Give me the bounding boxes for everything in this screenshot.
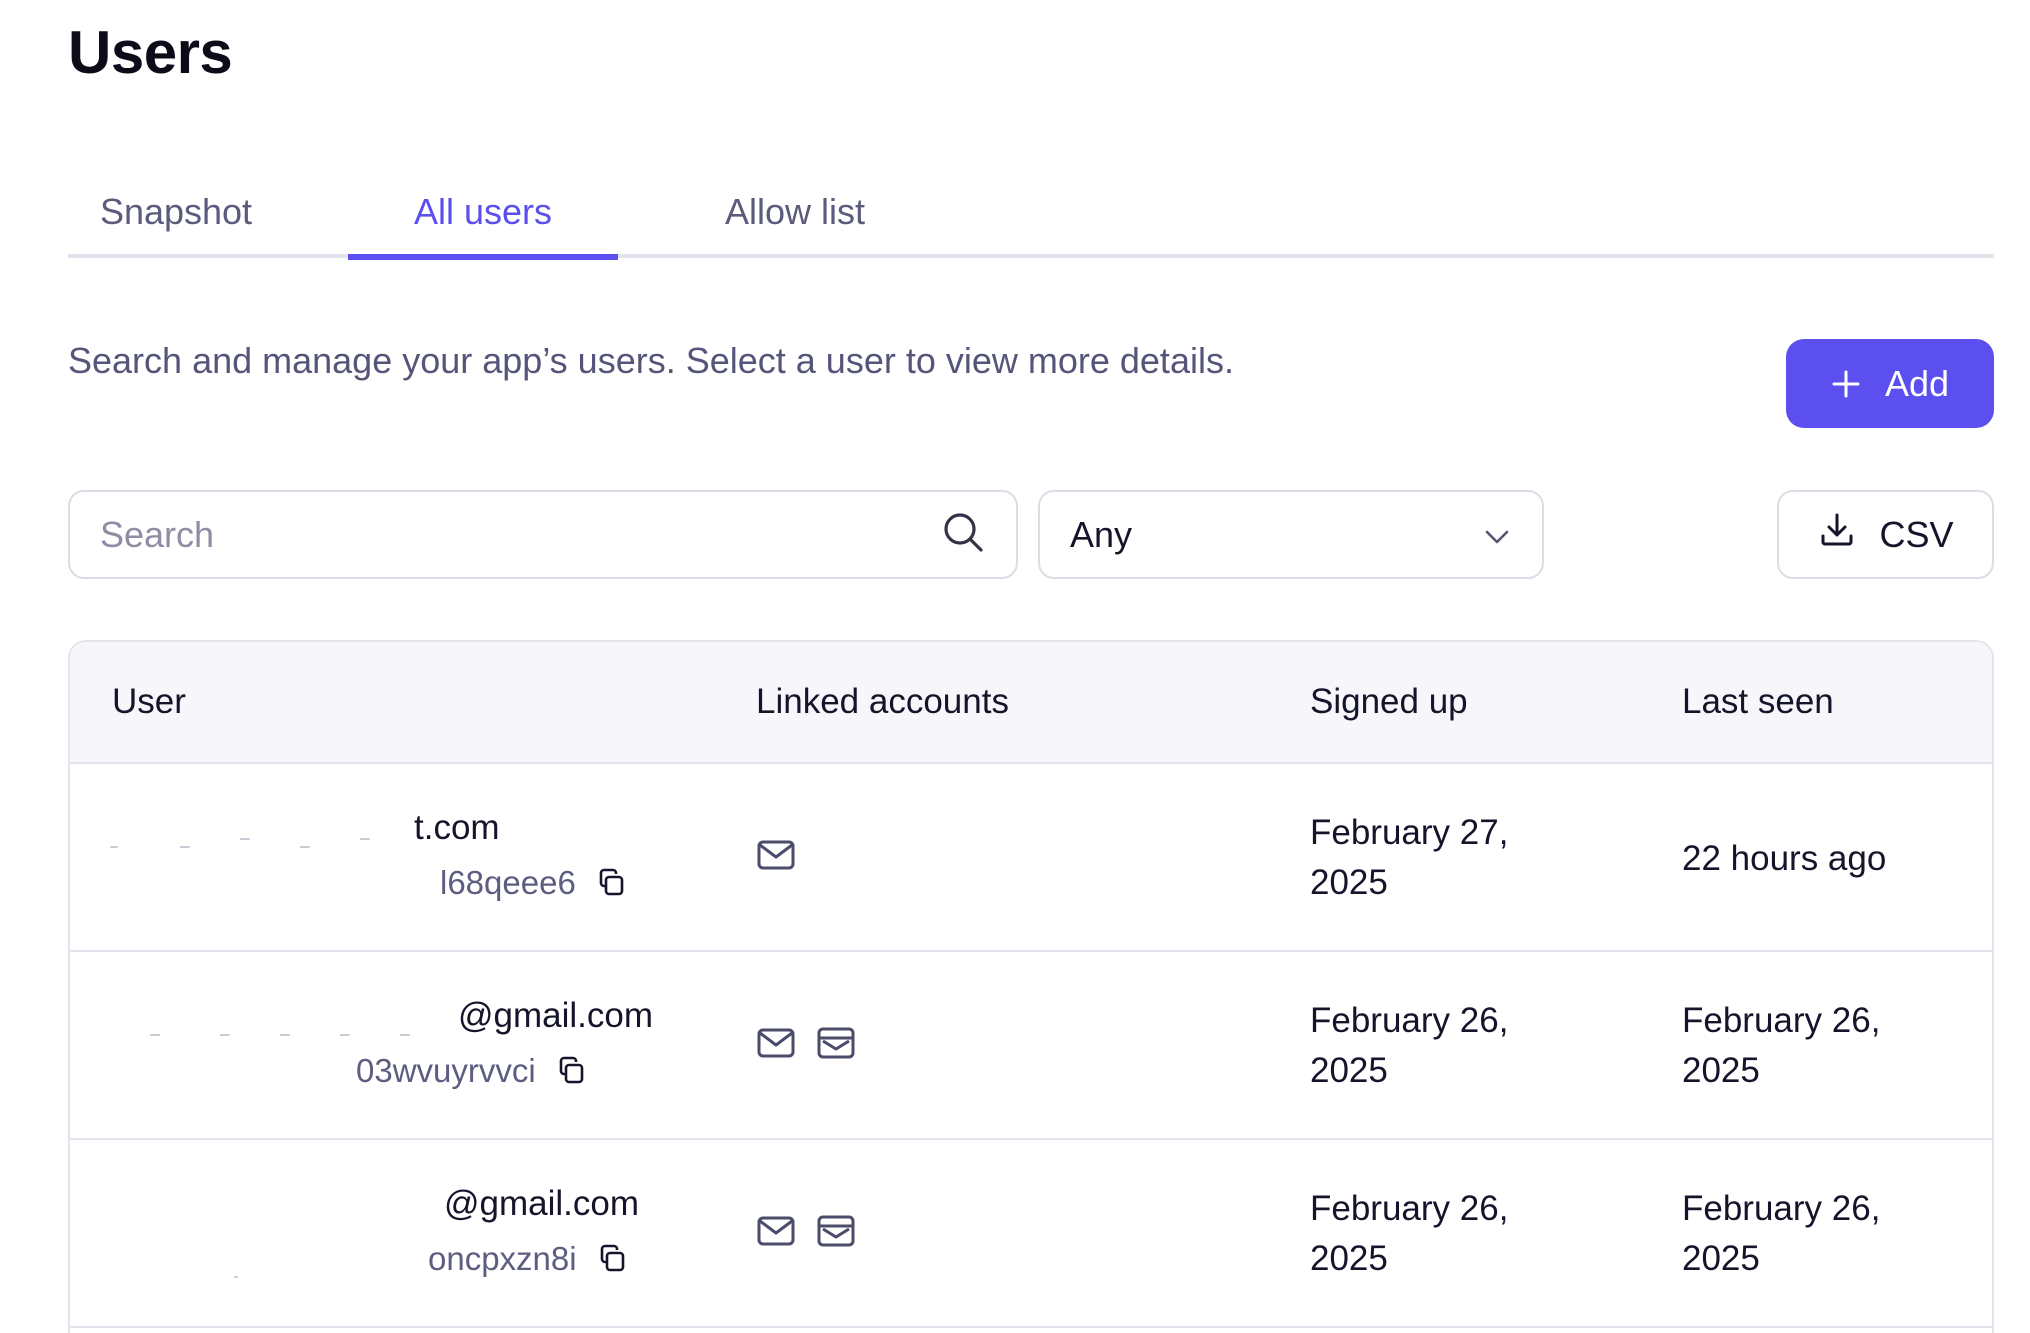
signed-up-line-1: February 27, [1310,813,1509,852]
tab-allow-list[interactable]: Allow list [684,170,906,254]
last-seen: 22 hours ago [1682,834,1886,884]
signed-up-line-1: February 26, [1310,1001,1509,1040]
column-header-linked-accounts[interactable]: Linked accounts [756,642,1009,762]
last-seen-line-1: 22 hours ago [1682,839,1887,878]
user-email: @gmail.com [444,1184,640,1223]
plus-icon [1831,369,1861,399]
users-table: User Linked accounts Signed up Last seen… [68,640,1994,1333]
user-id-text: oncpxzn8i [428,1240,577,1277]
copy-icon[interactable] [597,1243,629,1275]
last-seen-line-2: 2025 [1682,1051,1760,1090]
status-filter-select[interactable]: Any [1038,490,1544,579]
tab-bar: Snapshot All users Allow list [68,170,1994,260]
column-header-user[interactable]: User [112,642,186,762]
page-title: Users [68,19,233,86]
linked-accounts [756,838,796,877]
tab-all-users[interactable]: All users [348,170,618,260]
column-header-last-seen[interactable]: Last seen [1682,642,1834,762]
table-row[interactable]: @gmail.com oncpxzn8i February 26, 2025 F… [70,1140,1992,1328]
user-email: t.com [414,808,500,847]
inbox-icon [816,1214,856,1253]
signed-up-line-1: February 26, [1310,1189,1509,1228]
page-description: Search and manage your app’s users. Sele… [68,340,1234,381]
last-seen-line-2: 2025 [1682,1239,1760,1278]
users-page: Users Snapshot All users Allow list Sear… [0,0,2030,1333]
mail-icon [756,1026,796,1065]
search-icon[interactable] [940,509,986,560]
last-seen-line-1: February 26, [1682,1189,1881,1228]
mail-icon [756,1214,796,1253]
user-id: l68qeee6 [440,864,628,902]
user-id: 03wvuyrvvci [356,1052,588,1090]
column-header-signed-up[interactable]: Signed up [1310,642,1468,762]
table-row[interactable]: t.com l68qeee6 February 27, 2025 22 hour… [70,764,1992,952]
export-csv-button[interactable]: CSV [1777,490,1994,579]
table-header: User Linked accounts Signed up Last seen [70,642,1992,764]
csv-button-label: CSV [1879,513,1954,555]
last-seen: February 26, 2025 [1682,996,1880,1096]
download-icon [1817,510,1857,559]
table-row[interactable]: @gmail.com 03wvuyrvvci February 26, 2025 [70,952,1992,1140]
chevron-down-icon [1482,514,1512,556]
inbox-icon [816,1026,856,1065]
user-id: oncpxzn8i [428,1240,629,1278]
user-email: @gmail.com [458,996,654,1035]
linked-accounts [756,1214,856,1253]
last-seen-line-1: February 26, [1682,1001,1881,1040]
filter-value: Any [1070,513,1133,555]
mail-icon [756,838,796,877]
user-id-text: 03wvuyrvvci [356,1052,536,1089]
signed-up-date: February 27, 2025 [1310,808,1508,908]
copy-icon[interactable] [556,1055,588,1087]
signed-up-date: February 26, 2025 [1310,1184,1508,1284]
linked-accounts [756,1026,856,1065]
search-box [68,490,1018,579]
user-id-text: l68qeee6 [440,864,576,901]
search-input[interactable] [100,513,940,556]
signed-up-date: February 26, 2025 [1310,996,1508,1096]
signed-up-line-2: 2025 [1310,1239,1388,1278]
add-user-button[interactable]: Add [1786,339,1994,428]
signed-up-line-2: 2025 [1310,1051,1388,1090]
tab-snapshot[interactable]: Snapshot [68,170,284,254]
add-button-label: Add [1884,362,1950,404]
last-seen: February 26, 2025 [1682,1184,1880,1284]
copy-icon[interactable] [596,867,628,899]
signed-up-line-2: 2025 [1310,863,1388,902]
